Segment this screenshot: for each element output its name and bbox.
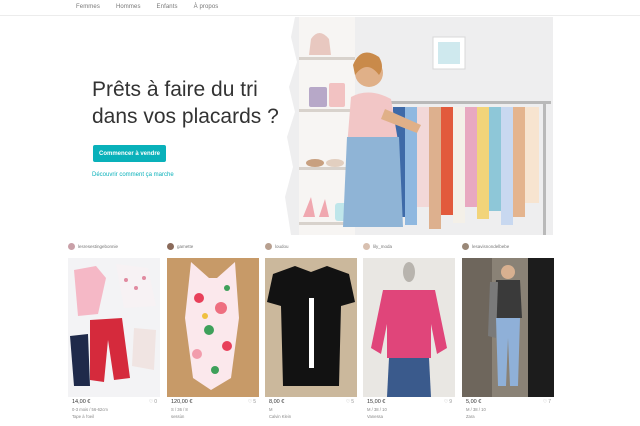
- item-brand: sessùn: [171, 414, 185, 419]
- seller-name: lesresestingebonnie: [78, 243, 119, 249]
- hero-banner: Prêts à faire du tri dans vos placards ?…: [0, 17, 640, 235]
- nav-link-hommes[interactable]: Hommes: [116, 4, 141, 10]
- like-count: 5: [253, 399, 256, 405]
- seller-name: lily_moda: [373, 243, 393, 249]
- item-price: 120,00 €: [171, 399, 193, 405]
- top-nav: Femmes Hommes Enfants À propos: [0, 0, 640, 16]
- item-size: S / 36 / 8: [171, 407, 188, 412]
- item-photo[interactable]: [167, 258, 259, 397]
- avatar: [68, 242, 75, 250]
- seller[interactable]: lily_moda: [363, 240, 392, 252]
- heart-icon: ♡: [247, 399, 253, 405]
- like-count: 0: [154, 399, 157, 405]
- item-brand: Calvin Klein: [269, 414, 292, 419]
- item-price: 15,00 €: [367, 399, 386, 405]
- item-brand: Vanessa: [367, 414, 383, 419]
- item-size: M: [269, 407, 273, 412]
- heart-icon: ♡: [542, 399, 548, 405]
- like-count: 9: [449, 399, 452, 405]
- like-count: 5: [351, 399, 354, 405]
- category-links: Femmes Hommes Enfants À propos: [76, 4, 218, 10]
- nav-link-enfants[interactable]: Enfants: [157, 4, 178, 10]
- favourite-button[interactable]: ♡ 9: [444, 399, 452, 405]
- avatar: [265, 242, 272, 250]
- avatar: [363, 242, 370, 250]
- seller-name: loudou: [275, 243, 289, 249]
- start-selling-button[interactable]: Commencer à vendre: [93, 145, 166, 162]
- hero-title-line-2: dans vos placards ?: [92, 105, 279, 128]
- item-brand: Zara: [466, 414, 475, 419]
- item-size: M / 38 / 10: [367, 407, 387, 412]
- how-it-works-link[interactable]: Découvrir comment ça marche: [92, 172, 174, 178]
- seller-name: gamette: [177, 243, 194, 249]
- seller-name: lesavisnondelbebe: [472, 243, 510, 249]
- nav-link-a-propos[interactable]: À propos: [194, 4, 219, 10]
- favourite-button[interactable]: ♡ 5: [248, 399, 256, 405]
- seller[interactable]: lesavisnondelbebe: [462, 240, 509, 252]
- favourite-button[interactable]: ♡ 0: [149, 399, 157, 405]
- item-brand: Tape à l'oeil: [72, 414, 94, 419]
- nav-link-femmes[interactable]: Femmes: [76, 4, 100, 10]
- item-size: M / 38 / 10: [466, 407, 486, 412]
- hero-photo: [281, 17, 553, 235]
- seller[interactable]: loudou: [265, 240, 289, 252]
- item-photo[interactable]: [68, 258, 160, 397]
- item-price: 14,00 €: [72, 399, 91, 405]
- seller[interactable]: lesresestingebonnie: [68, 240, 118, 252]
- item-price: 5,00 €: [466, 399, 482, 405]
- avatar: [462, 242, 469, 250]
- favourite-button[interactable]: ♡ 7: [543, 399, 551, 405]
- item-price: 8,00 €: [269, 399, 285, 405]
- hero-title-line-1: Prêts à faire du tri: [92, 78, 258, 101]
- item-photo[interactable]: [363, 258, 455, 397]
- heart-icon: ♡: [345, 399, 351, 405]
- item-size: 0-3 mois / 56-62cm: [72, 407, 108, 412]
- favourite-button[interactable]: ♡ 5: [346, 399, 354, 405]
- heart-icon: ♡: [443, 399, 449, 405]
- seller[interactable]: gamette: [167, 240, 193, 252]
- avatar: [167, 242, 174, 250]
- item-photo[interactable]: [265, 258, 357, 397]
- hero-title: Prêts à faire du tri dans vos placards ?: [92, 76, 302, 130]
- like-count: 7: [548, 399, 551, 405]
- item-photo[interactable]: [462, 258, 554, 397]
- heart-icon: ♡: [148, 399, 154, 405]
